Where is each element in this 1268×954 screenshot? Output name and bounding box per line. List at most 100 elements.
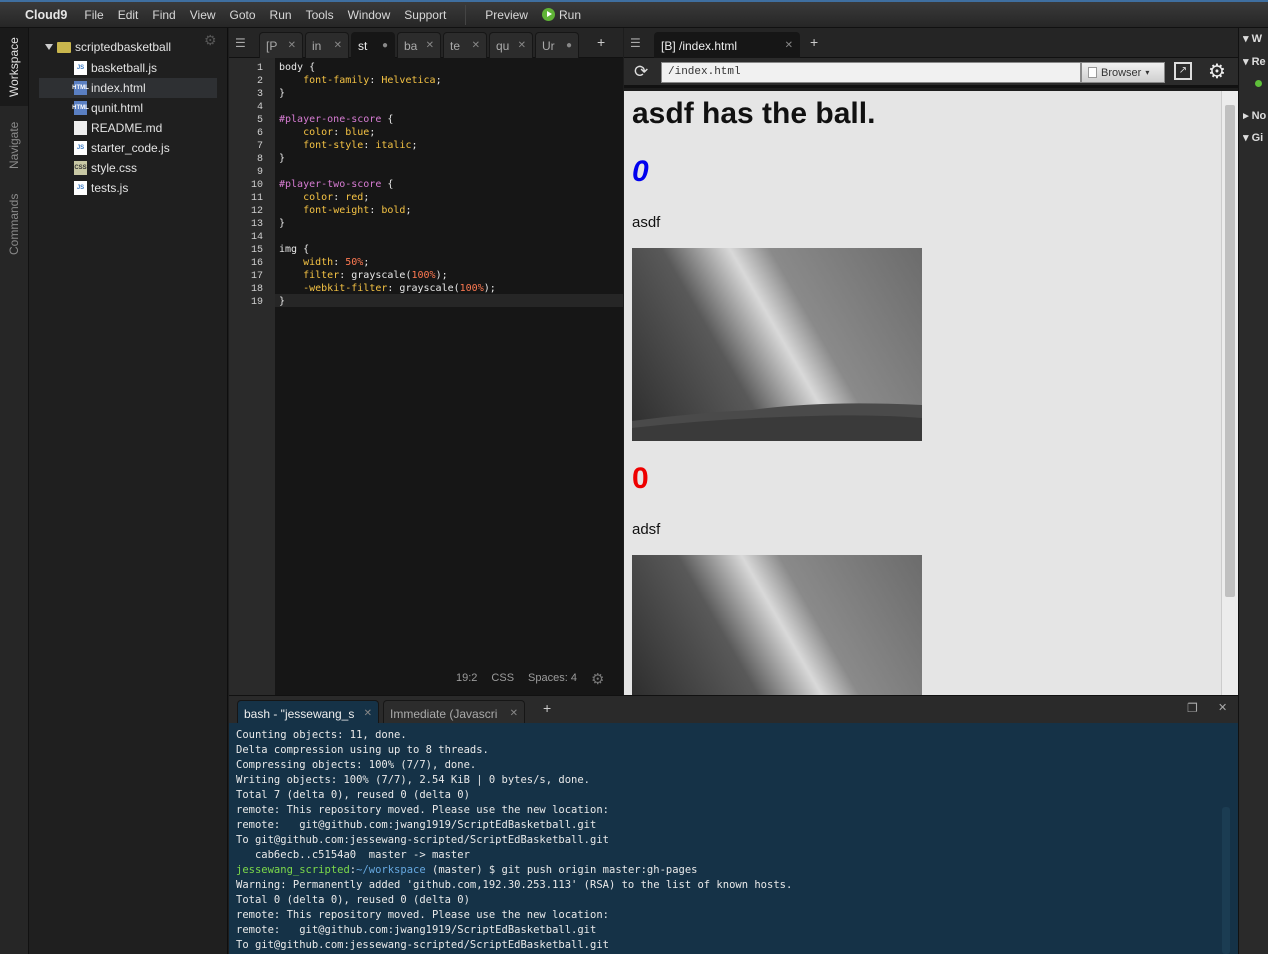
preview-scrollbar[interactable] bbox=[1221, 91, 1238, 695]
tab-commands[interactable]: Commands bbox=[0, 184, 28, 264]
terminal-scrollbar[interactable] bbox=[1222, 807, 1230, 954]
unsaved-dot-icon[interactable]: ● bbox=[382, 40, 388, 51]
close-icon[interactable]: ✕ bbox=[334, 40, 342, 51]
file-tree: ⚙ scriptedbasketball JS basketball.js HT… bbox=[29, 28, 228, 954]
code-editor[interactable]: body { font-family: Helvetica;} #player-o… bbox=[275, 58, 623, 695]
line-number: 7 bbox=[256, 141, 263, 152]
menu-bar: Cloud9 File Edit Find View Goto Run Tool… bbox=[0, 0, 1268, 28]
tab-label: bash - "jessewang_s bbox=[244, 706, 355, 721]
tree-root-folder[interactable]: scriptedbasketball bbox=[45, 40, 171, 54]
tab-label: Ur bbox=[542, 38, 555, 53]
panel-re[interactable]: ▾ Re bbox=[1243, 55, 1268, 68]
right-panel: ▾ W ▾ Re ▸ No ▾ Gi bbox=[1238, 28, 1268, 954]
add-tab-icon[interactable]: + bbox=[597, 34, 605, 50]
browser-select[interactable]: Browser ▾ bbox=[1081, 62, 1165, 83]
line-number: 15 bbox=[250, 245, 263, 256]
run-button[interactable]: Run bbox=[535, 8, 588, 22]
refresh-icon[interactable]: ⟳ bbox=[634, 62, 648, 82]
close-panel-icon[interactable]: ✕ bbox=[1218, 701, 1227, 714]
panel-w[interactable]: ▾ W bbox=[1243, 32, 1268, 45]
menu-separator bbox=[465, 4, 467, 25]
cursor-position[interactable]: 19:2 bbox=[456, 672, 477, 688]
tab-label: st bbox=[358, 38, 368, 53]
close-icon[interactable]: ✕ bbox=[518, 40, 526, 51]
file-name: README.md bbox=[91, 121, 163, 135]
tree-item-index-html[interactable]: HTML index.html bbox=[39, 78, 217, 98]
close-icon[interactable]: ✕ bbox=[472, 40, 480, 51]
tab-workspace[interactable]: Workspace bbox=[0, 28, 28, 106]
tree-item-basketball-js[interactable]: JS basketball.js bbox=[39, 58, 217, 78]
editor-tab[interactable]: ba ✕ bbox=[397, 32, 441, 58]
add-tab-icon[interactable]: + bbox=[810, 34, 818, 50]
text-file-icon bbox=[74, 121, 87, 135]
line-number: 12 bbox=[250, 206, 263, 217]
line-number: 5 bbox=[256, 115, 263, 126]
terminal-line: Writing objects: 100% (7/7), 2.54 KiB | … bbox=[236, 774, 591, 786]
tree-item-qunit-html[interactable]: HTML qunit.html bbox=[39, 98, 217, 118]
menu-goto[interactable]: Goto bbox=[223, 8, 263, 22]
expand-arrow-icon[interactable] bbox=[45, 44, 53, 50]
editor-tab[interactable]: qu ✕ bbox=[489, 32, 533, 58]
line-number: 17 bbox=[250, 271, 263, 282]
indent-setting[interactable]: Spaces: 4 bbox=[528, 672, 577, 688]
terminal-line: Total 0 (delta 0), reused 0 (delta 0) bbox=[236, 894, 470, 906]
panel-gi[interactable]: ▾ Gi bbox=[1243, 131, 1268, 144]
editor-tab[interactable]: te ✕ bbox=[443, 32, 487, 58]
player-two-name: adsf bbox=[632, 521, 661, 538]
preview-button[interactable]: Preview bbox=[478, 8, 535, 22]
editor-tab[interactable]: Ur ● bbox=[535, 32, 579, 58]
syntax-mode[interactable]: CSS bbox=[491, 672, 514, 688]
scrollbar-thumb[interactable] bbox=[1225, 105, 1235, 597]
maximize-icon[interactable]: ❐ bbox=[1187, 701, 1198, 715]
popout-icon[interactable]: ↗ bbox=[1174, 62, 1192, 80]
menu-find[interactable]: Find bbox=[145, 8, 182, 22]
menu-edit[interactable]: Edit bbox=[111, 8, 146, 22]
menu-window[interactable]: Window bbox=[341, 8, 398, 22]
editor-tab-active[interactable]: st ● bbox=[351, 32, 395, 58]
unsaved-dot-icon[interactable]: ● bbox=[566, 40, 572, 51]
tree-item-style-css[interactable]: CSS style.css bbox=[39, 158, 217, 178]
terminal-line: Counting objects: 11, done. bbox=[236, 729, 407, 741]
menu-run[interactable]: Run bbox=[263, 8, 299, 22]
tab-label: in bbox=[312, 38, 322, 53]
editor-tab[interactable]: [P ✕ bbox=[259, 32, 303, 58]
tree-item-readme-md[interactable]: README.md bbox=[39, 118, 217, 138]
tree-item-starter-code-js[interactable]: JS starter_code.js bbox=[39, 138, 217, 158]
tree-settings-icon[interactable]: ⚙ bbox=[204, 32, 217, 49]
player-two-image bbox=[632, 555, 922, 695]
url-input[interactable]: /index.html bbox=[661, 62, 1081, 83]
settings-gear-icon[interactable]: ⚙ bbox=[1208, 59, 1226, 84]
add-tab-icon[interactable]: + bbox=[543, 700, 551, 716]
chevron-down-icon: ▾ bbox=[1243, 132, 1252, 144]
terminal[interactable]: Counting objects: 11, done. Delta compre… bbox=[229, 723, 1238, 954]
line-number: 18 bbox=[250, 284, 263, 295]
code-line: } bbox=[279, 218, 286, 229]
close-icon[interactable]: ✕ bbox=[426, 40, 434, 51]
tab-navigate[interactable]: Navigate bbox=[0, 110, 28, 180]
code-line: filter: grayscale(100%); bbox=[303, 270, 448, 281]
close-icon[interactable]: ✕ bbox=[785, 40, 793, 51]
code-line: font-style: italic; bbox=[303, 140, 418, 151]
line-number: 3 bbox=[256, 89, 263, 100]
file-name: basketball.js bbox=[91, 61, 158, 75]
menu-tools[interactable]: Tools bbox=[299, 8, 341, 22]
menu-file[interactable]: File bbox=[77, 8, 110, 22]
preview-tab[interactable]: [B] /index.html ✕ bbox=[654, 32, 800, 58]
tree-item-tests-js[interactable]: JS tests.js bbox=[39, 178, 217, 198]
editor-settings-icon[interactable]: ⚙ bbox=[591, 670, 604, 688]
line-number: 16 bbox=[250, 258, 263, 269]
menu-view[interactable]: View bbox=[183, 8, 223, 22]
menu-support[interactable]: Support bbox=[397, 8, 453, 22]
close-icon[interactable]: ✕ bbox=[364, 708, 372, 719]
cloud9-logo[interactable]: Cloud9 bbox=[0, 8, 77, 22]
panel-no[interactable]: ▸ No bbox=[1243, 109, 1268, 122]
editor-tab[interactable]: in ✕ bbox=[305, 32, 349, 58]
tab-menu-icon[interactable]: ☰ bbox=[630, 36, 641, 50]
close-icon[interactable]: ✕ bbox=[288, 40, 296, 51]
terminal-line: To git@github.com:jessewang-scripted/Scr… bbox=[236, 939, 609, 951]
close-icon[interactable]: ✕ bbox=[510, 708, 518, 719]
code-line: img { bbox=[279, 244, 310, 255]
tab-menu-icon[interactable]: ☰ bbox=[235, 36, 246, 50]
tab-label: Immediate (Javascri bbox=[390, 706, 498, 721]
page-heading: asdf has the ball. bbox=[632, 97, 876, 130]
